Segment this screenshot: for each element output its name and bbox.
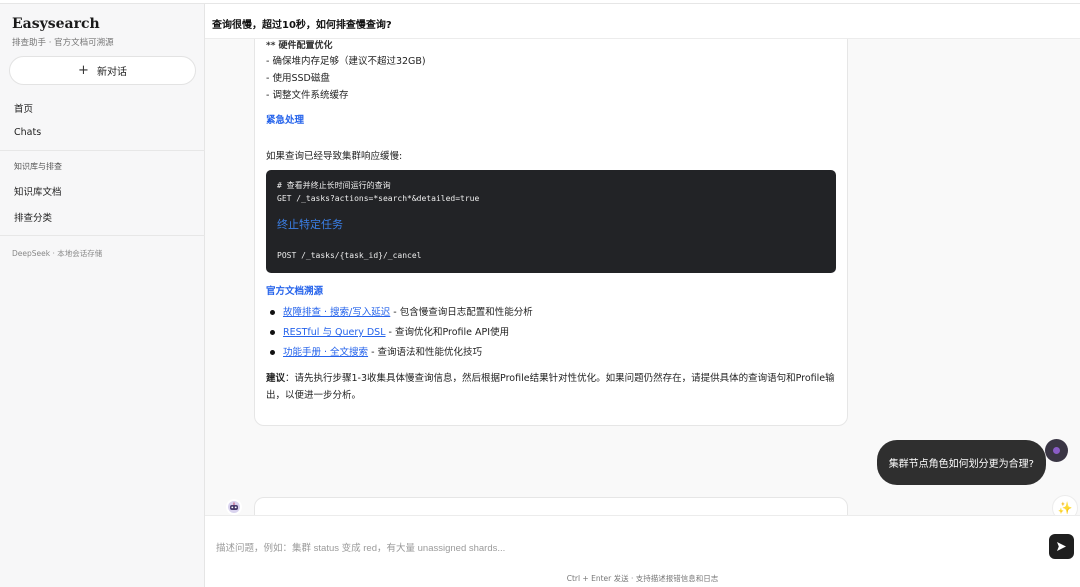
assistant-message-loading xyxy=(254,497,848,515)
sidebar-item-kb-docs[interactable]: 知识库文档 xyxy=(14,184,62,198)
bot-avatar-icon xyxy=(226,499,242,515)
user-avatar-icon xyxy=(1045,439,1068,462)
answer-bullet: - 调整文件系统缓存 xyxy=(266,90,349,101)
ref-item: RESTful 与 Query DSL - 查询优化和Profile API使用 xyxy=(266,324,509,338)
sidebar-section-label: 知识库与排查 xyxy=(14,162,62,171)
code-line: # 查看并终止长时间运行的查询 xyxy=(277,181,391,190)
send-icon xyxy=(1057,542,1066,551)
ref-desc: - 查询优化和Profile API使用 xyxy=(385,327,510,338)
user-message-text: 集群节点角色如何划分更为合理? xyxy=(888,459,1034,470)
suggestion-text: ：请先执行步骤1-3收集具体慢查询信息，然后根据Profile结果针对性优化。如… xyxy=(266,373,835,401)
emergency-intro: 如果查询已经导致集群响应缓慢: xyxy=(266,151,403,162)
ref-link[interactable]: 功能手册 · 全文搜索 xyxy=(283,347,368,358)
section-heading-refs: 官方文档溯源 xyxy=(266,286,324,297)
chat-scroll-area[interactable]: ** 硬件配置优化 - 确保堆内存足够（建议不超过32GB) - 使用SSD磁盘… xyxy=(205,39,1080,515)
suggestion-paragraph: 建议：请先执行步骤1-3收集具体慢查询信息，然后根据Profile结果针对性优化… xyxy=(266,370,836,404)
sidebar: Easysearch 排查助手 · 官方文档可溯源 + 新对话 首页 Chats… xyxy=(0,4,205,587)
sparkle-icon[interactable]: ✨ xyxy=(1052,495,1078,515)
code-block: # 查看并终止长时间运行的查询 GET /_tasks?actions=*sea… xyxy=(266,170,836,273)
new-chat-label: 新对话 xyxy=(96,67,127,78)
page-title: 查询很慢，超过10秒，如何排查慢查询? xyxy=(212,20,392,31)
new-chat-button[interactable]: + 新对话 xyxy=(9,56,196,85)
sidebar-footer: DeepSeek · 本地会话存储 xyxy=(12,249,103,258)
ref-desc: - 包含慢查询日志配置和性能分析 xyxy=(390,307,533,318)
chat-header: 查询很慢，超过10秒，如何排查慢查询? xyxy=(205,4,1080,39)
composer: Ctrl + Enter 发送 · 支持描述报错信息和日志 xyxy=(205,515,1080,587)
ref-item: 功能手册 · 全文搜索 - 查询语法和性能优化技巧 xyxy=(266,344,482,358)
sidebar-divider xyxy=(0,235,205,236)
bullet-dot xyxy=(270,309,275,315)
bullet-dot xyxy=(270,329,275,335)
suggestion-label: 建议 xyxy=(266,373,286,384)
brand-subtitle: 排查助手 · 官方文档可溯源 xyxy=(12,38,114,48)
sidebar-item-home[interactable]: 首页 xyxy=(14,101,33,115)
bullet-dot xyxy=(270,349,275,355)
answer-bullet: - 确保堆内存足够（建议不超过32GB) xyxy=(266,56,426,67)
send-button[interactable] xyxy=(1049,534,1074,559)
brand-logo[interactable]: Easysearch xyxy=(12,16,100,32)
message-input[interactable] xyxy=(216,528,1046,568)
code-line: GET /_tasks?actions=*search*&detailed=tr… xyxy=(277,194,480,203)
ref-link[interactable]: 故障排查 · 搜索/写入延迟 xyxy=(283,307,390,318)
code-line: POST /_tasks/{task_id}/_cancel xyxy=(277,251,422,260)
ref-link[interactable]: RESTful 与 Query DSL xyxy=(283,327,386,338)
assistant-message: ** 硬件配置优化 - 确保堆内存足够（建议不超过32GB) - 使用SSD磁盘… xyxy=(254,39,848,426)
answer-bullet: - 使用SSD磁盘 xyxy=(266,73,330,84)
ref-desc: - 查询语法和性能优化技巧 xyxy=(368,347,483,358)
ref-item: 故障排查 · 搜索/写入延迟 - 包含慢查询日志配置和性能分析 xyxy=(266,304,533,318)
plus-icon: + xyxy=(78,63,89,78)
user-message: 集群节点角色如何划分更为合理? xyxy=(876,440,1046,485)
sidebar-divider xyxy=(0,150,205,151)
sidebar-item-categories[interactable]: 排查分类 xyxy=(14,210,52,224)
composer-hint: Ctrl + Enter 发送 · 支持描述报错信息和日志 xyxy=(566,574,719,583)
sidebar-item-chats[interactable]: Chats xyxy=(14,127,41,138)
answer-cut-heading: ** 硬件配置优化 xyxy=(266,41,333,51)
section-heading-emergency: 紧急处理 xyxy=(266,115,305,126)
code-heading: 终止特定任务 xyxy=(277,218,343,231)
